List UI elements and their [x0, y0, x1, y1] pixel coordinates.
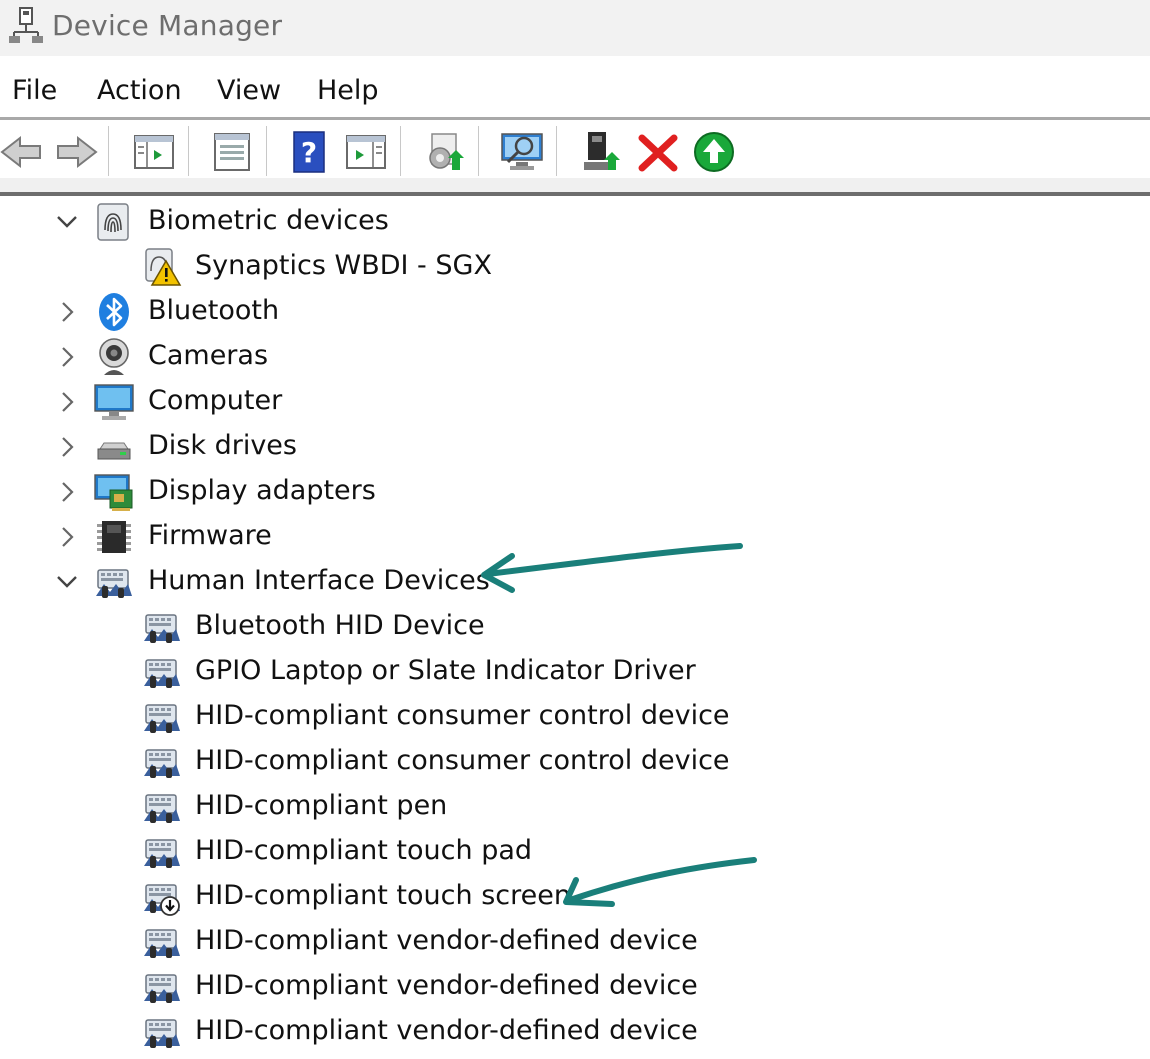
disabled-hid-icon: [142, 877, 182, 916]
hid-icon: [142, 652, 182, 692]
display-adapter-icon: [94, 474, 133, 511]
tree-item-label: HID-compliant consumer control device: [195, 745, 730, 776]
monitor-icon: [94, 384, 134, 420]
tree-item-hid-touch-screen[interactable]: HID-compliant touch screen: [0, 875, 800, 920]
title-bar: Device Manager: [0, 0, 1150, 56]
tree-item-label: Bluetooth HID Device: [195, 610, 485, 641]
action-pane-icon[interactable]: [344, 130, 388, 174]
tree-item-hid-consumer-control-1[interactable]: HID-compliant consumer control device: [0, 695, 800, 740]
chevron-right-icon[interactable]: [54, 521, 80, 553]
hid-icon: [142, 967, 182, 1007]
bluetooth-icon: [99, 293, 129, 331]
tree-item-label: HID-compliant vendor-defined device: [195, 1015, 698, 1046]
hid-icon: [142, 832, 182, 872]
chevron-right-icon[interactable]: [54, 386, 80, 418]
toolbar-separator: [556, 126, 557, 176]
tree-node-label: Human Interface Devices: [148, 565, 490, 596]
tree-item-bluetooth-hid-device[interactable]: Bluetooth HID Device: [0, 605, 800, 650]
menu-divider: [0, 117, 1150, 120]
tree-item-hid-vendor-defined-1[interactable]: HID-compliant vendor-defined device: [0, 920, 800, 965]
warning-device-icon: [145, 248, 182, 286]
toolbar-separator: [266, 126, 267, 176]
toolbar-separator: [188, 126, 189, 176]
tree-node-label: Bluetooth: [148, 295, 280, 326]
hid-icon: [142, 697, 182, 737]
rollback-driver-icon[interactable]: [692, 130, 736, 174]
tree-node-label: Firmware: [148, 520, 272, 551]
tree-node-label: Display adapters: [148, 475, 376, 506]
scan-hardware-icon[interactable]: [500, 130, 544, 174]
toolbar: ?: [0, 122, 1150, 178]
hid-icon: [94, 562, 134, 602]
hid-icon: [142, 742, 182, 782]
tree-node-label: Biometric devices: [148, 205, 389, 236]
menu-action[interactable]: Action: [97, 75, 182, 106]
tree-node-computer[interactable]: Computer: [0, 380, 800, 425]
tree-node-label: Cameras: [148, 340, 269, 371]
tree-item-hid-vendor-defined-2[interactable]: HID-compliant vendor-defined device: [0, 965, 800, 1010]
menu-file[interactable]: File: [12, 75, 57, 106]
tree-item-label: HID-compliant vendor-defined device: [195, 970, 698, 1001]
hid-icon: [142, 607, 182, 647]
tree-node-disk-drives[interactable]: Disk drives: [0, 425, 800, 470]
tree-item-label: HID-compliant touch pad: [195, 835, 533, 866]
hid-icon: [142, 922, 182, 962]
tree-item-label: HID-compliant consumer control device: [195, 700, 730, 731]
tree-node-display-adapters[interactable]: Display adapters: [0, 470, 800, 515]
device-manager-app-icon: [9, 7, 43, 43]
tree-item-hid-consumer-control-2[interactable]: HID-compliant consumer control device: [0, 740, 800, 785]
webcam-icon: [99, 338, 129, 375]
menu-view[interactable]: View: [217, 75, 281, 106]
toolbar-separator: [108, 126, 109, 176]
tree-item-hid-vendor-defined-3[interactable]: HID-compliant vendor-defined device: [0, 1010, 800, 1055]
toolbar-separator: [478, 126, 479, 176]
chevron-down-icon[interactable]: [54, 566, 80, 598]
toolbar-separator: [400, 126, 401, 176]
tree-item-gpio-laptop-slate-indicator[interactable]: GPIO Laptop or Slate Indicator Driver: [0, 650, 800, 695]
chevron-right-icon[interactable]: [54, 431, 80, 463]
update-driver-icon[interactable]: [422, 130, 466, 174]
hid-icon: [142, 787, 182, 827]
tree-item-label: Synaptics WBDI - SGX: [195, 250, 492, 281]
tree-item-synaptics-wbdi[interactable]: Synaptics WBDI - SGX: [0, 245, 800, 290]
tree-node-label: Disk drives: [148, 430, 297, 461]
tree-node-biometric-devices[interactable]: Biometric devices: [0, 200, 800, 245]
show-hide-console-tree-icon[interactable]: [132, 130, 176, 174]
chevron-down-icon[interactable]: [54, 206, 80, 238]
enable-device-icon[interactable]: [580, 130, 624, 174]
menu-bar: File Action View Help: [0, 56, 1150, 120]
chevron-right-icon[interactable]: [54, 341, 80, 373]
tree-item-label: HID-compliant touch screen: [195, 880, 571, 911]
properties-icon[interactable]: [210, 130, 254, 174]
window-title: Device Manager: [52, 9, 283, 42]
tree-item-label: HID-compliant pen: [195, 790, 448, 821]
tree-item-label: HID-compliant vendor-defined device: [195, 925, 698, 956]
svg-text:?: ?: [301, 136, 317, 169]
disk-drive-icon: [97, 442, 131, 460]
toolbar-divider: [0, 192, 1150, 196]
tree-node-cameras[interactable]: Cameras: [0, 335, 800, 380]
tree-node-label: Computer: [148, 385, 283, 416]
tree-item-hid-pen[interactable]: HID-compliant pen: [0, 785, 800, 830]
device-tree: Biometric devices Synaptics WBDI - SGX B…: [0, 200, 1150, 1059]
fingerprint-icon: [97, 203, 129, 241]
firmware-chip-icon: [97, 521, 131, 553]
tree-item-hid-touch-pad[interactable]: HID-compliant touch pad: [0, 830, 800, 875]
chevron-right-icon[interactable]: [54, 476, 80, 508]
tree-node-bluetooth[interactable]: Bluetooth: [0, 290, 800, 335]
tree-item-label: GPIO Laptop or Slate Indicator Driver: [195, 655, 696, 686]
menu-help[interactable]: Help: [317, 75, 379, 106]
toolbar-gap: [0, 178, 1150, 192]
back-icon[interactable]: [0, 130, 44, 174]
help-icon[interactable]: ?: [288, 130, 332, 174]
uninstall-device-icon[interactable]: [636, 130, 680, 174]
hid-icon: [142, 1012, 182, 1052]
tree-node-firmware[interactable]: Firmware: [0, 515, 800, 560]
forward-icon[interactable]: [54, 130, 98, 174]
chevron-right-icon[interactable]: [54, 296, 80, 328]
tree-node-human-interface-devices[interactable]: Human Interface Devices: [0, 560, 800, 605]
